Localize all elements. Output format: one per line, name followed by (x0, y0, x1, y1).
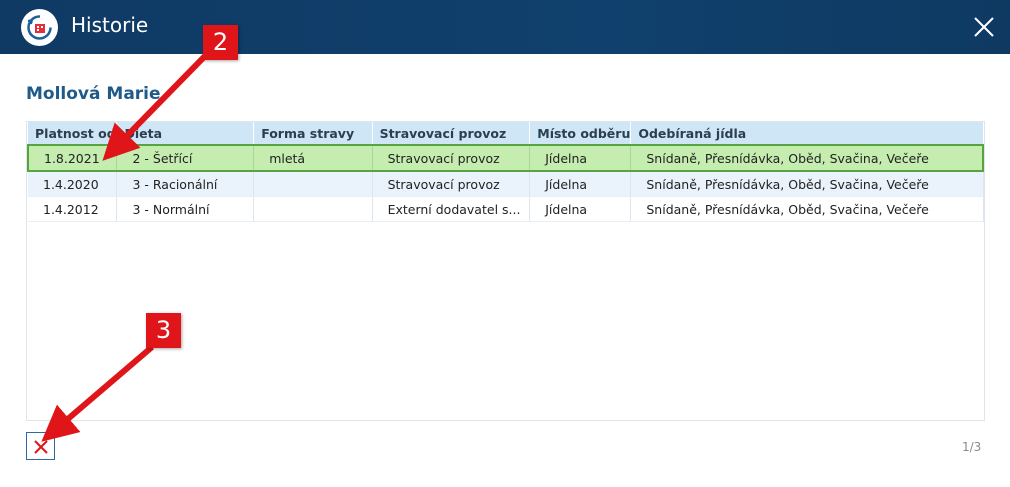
table-cell: Snídaně, Přesnídávka, Oběd, Svačina, Več… (630, 171, 984, 197)
table-cell: Stravovací provoz (372, 144, 531, 172)
table-cell: 1.4.2012 (28, 196, 118, 222)
table-cell: 1.8.2021 (27, 144, 118, 172)
table-cell: Snídaně, Přesnídávka, Oběd, Svačina, Več… (630, 144, 985, 172)
table-cell: 3 - Racionální (116, 171, 255, 197)
close-icon[interactable] (973, 16, 995, 38)
table-cell: Snídaně, Přesnídávka, Oběd, Svačina, Več… (630, 196, 984, 222)
annotation-badge-2: 2 (203, 25, 238, 60)
table-cell: Externí dodavatel s... (372, 196, 531, 222)
table-cell (253, 171, 373, 197)
column-header[interactable]: Odebíraná jídla (630, 122, 984, 145)
table-cell (253, 196, 373, 222)
delete-button[interactable] (26, 432, 55, 460)
history-grid: Platnost od Dieta Forma stravy Stravovac… (26, 121, 985, 421)
table-row-selected[interactable]: 1.8.2021 2 - Šetřící mletá Stravovací pr… (27, 144, 985, 172)
history-table: Platnost od Dieta Forma stravy Stravovac… (27, 122, 985, 222)
table-cell: Stravovací provoz (372, 171, 531, 197)
table-cell: 2 - Šetřící (116, 144, 255, 172)
column-header[interactable]: Dieta (116, 122, 255, 145)
column-header[interactable]: Stravovací provoz (372, 122, 531, 145)
table-cell: Jídelna (529, 171, 632, 197)
table-row[interactable]: 1.4.2020 3 - Racionální Stravovací provo… (28, 171, 984, 197)
table-cell: mletá (253, 144, 373, 172)
person-name: Mollová Marie (26, 84, 161, 104)
table-cell: 3 - Normální (116, 196, 255, 222)
pager-text: 1/3 (962, 440, 982, 454)
table-header-row: Platnost od Dieta Forma stravy Stravovac… (28, 122, 984, 145)
delete-x-icon (34, 440, 48, 454)
table-cell: Jídelna (529, 196, 632, 222)
title-bar: Historie (0, 0, 1010, 54)
table-row[interactable]: 1.4.2012 3 - Normální Externí dodavatel … (28, 196, 984, 222)
annotation-badge-3: 3 (146, 313, 181, 348)
table-cell: Jídelna (529, 144, 632, 172)
column-header[interactable]: Místo odběru (529, 122, 632, 145)
calendar-clock-icon (21, 9, 58, 46)
window-title: Historie (71, 13, 149, 37)
column-header[interactable]: Platnost od (28, 122, 118, 145)
table-cell: 1.4.2020 (28, 171, 118, 197)
column-header[interactable]: Forma stravy (253, 122, 373, 145)
